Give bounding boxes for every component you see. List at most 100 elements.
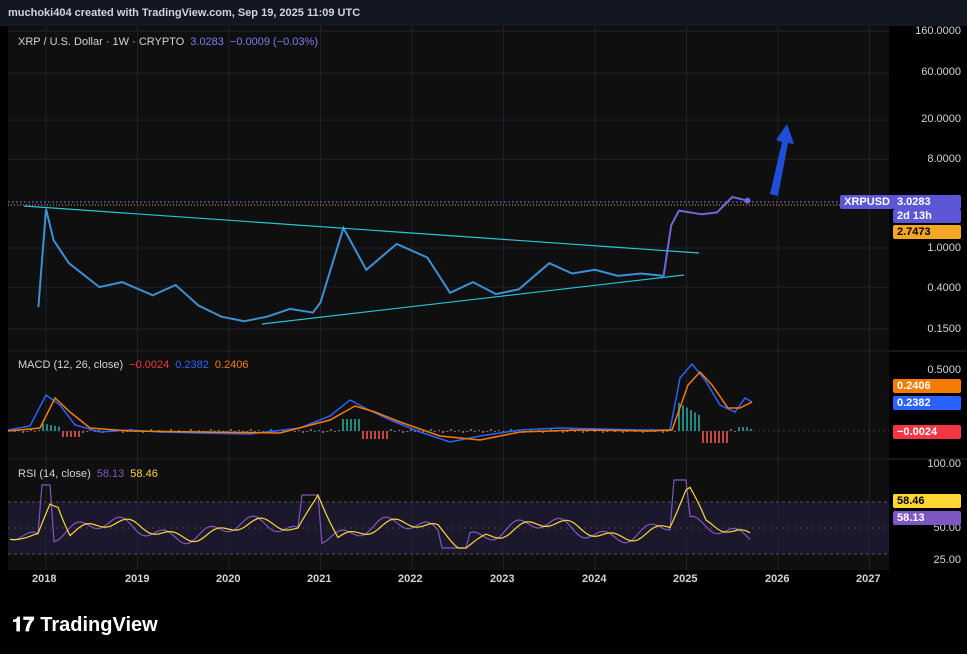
macd-hist-bar (414, 431, 416, 432)
macd-hist-bar (482, 431, 484, 433)
macd-hist-bar (706, 431, 708, 443)
macd-hist-bar (674, 431, 676, 432)
macd-hist-bar (594, 431, 596, 432)
y-tick: 8.0000 (927, 153, 961, 165)
macd-hist-bar (738, 427, 740, 431)
macd-hist-bar (430, 429, 432, 431)
macd-hist-bar (686, 407, 688, 431)
macd-hist-bar (218, 430, 220, 431)
price-legend: XRP / U.S. Dollar · 1W · CRYPTO 3.0283 −0.… (18, 36, 324, 48)
macd-hist-bar (326, 431, 328, 432)
macd-hist-bar (170, 429, 172, 431)
rsi-value: 58.13 (96, 468, 125, 480)
macd-hist-bar (298, 430, 300, 431)
macd-hist-bar (86, 431, 88, 432)
macd-hist-bar (122, 431, 124, 433)
last-price: 3.0283 (190, 36, 224, 48)
tradingview-logo[interactable]: 𝟏𝟕 TradingView (12, 614, 158, 637)
macd-hist-bar (582, 431, 584, 433)
y-tick: 1.0000 (927, 242, 961, 254)
macd-hist-value: −0.0024 (129, 359, 170, 371)
macd-hist-bar (318, 430, 320, 431)
macd-hist-bar (342, 419, 344, 431)
x-tick: 2027 (856, 573, 881, 585)
macd-hist-bar (358, 419, 360, 431)
macd-hist-bar (694, 412, 696, 431)
macd-hist-bar (742, 427, 744, 431)
macd-hist-bar (190, 429, 192, 431)
macd-y-tick: 0.5000 (927, 364, 961, 376)
macd-hist-bar (698, 414, 700, 431)
x-tick: 2024 (582, 573, 607, 585)
macd-hist-bar (70, 431, 72, 437)
macd-hist-bar (710, 431, 712, 443)
rsi-title: RSI (14, close) (18, 468, 91, 480)
x-tick: 2021 (307, 573, 332, 585)
macd-hist-bar (230, 429, 232, 431)
macd-hist-bar (458, 430, 460, 431)
macd-hist-bar (382, 431, 384, 439)
macd-signal-tag: 0.2406 (893, 379, 961, 393)
y-tick: 20.0000 (921, 113, 961, 125)
macd-hist-bar (198, 430, 200, 431)
macd-hist-bar (386, 431, 388, 439)
macd-hist-bar (46, 424, 48, 431)
macd-hist-bar (374, 431, 376, 439)
macd-hist-bar (722, 431, 724, 443)
macd-hist-bar (58, 426, 60, 431)
chart-canvas[interactable] (0, 0, 967, 654)
macd-hist-bar (362, 431, 364, 439)
macd-hist-bar (330, 429, 332, 431)
macd-signal-value: 0.2406 (214, 359, 249, 371)
x-tick: 2023 (490, 573, 515, 585)
y-tick: 0.4000 (927, 282, 961, 294)
y-tick: 160.0000 (915, 25, 961, 37)
macd-hist-bar (78, 431, 80, 437)
macd-hist-bar (378, 431, 380, 439)
macd-hist-bar (54, 425, 56, 431)
macd-hist-bar (38, 430, 40, 431)
macd-hist-bar (50, 425, 52, 431)
rsi-tag: 58.13 (893, 511, 961, 525)
macd-title: MACD (12, 26, close) (18, 359, 124, 371)
macd-hist-bar (454, 431, 456, 432)
macd-hist-bar (574, 431, 576, 432)
macd-hist-bar (682, 405, 684, 431)
macd-hist-bar (370, 431, 372, 439)
macd-hist-bar (486, 431, 488, 432)
macd-hist-bar (462, 431, 464, 433)
macd-legend: MACD (12, 26, close) −0.0024 0.2382 0.2406 (18, 359, 255, 371)
macd-hist-bar (438, 430, 440, 431)
macd-hist-bar (302, 431, 304, 433)
macd-hist-bar (586, 431, 588, 432)
macd-hist-bar (690, 410, 692, 431)
macd-hist-bar (34, 431, 36, 432)
countdown-tag: 2d 13h (893, 209, 961, 223)
price-line (37, 208, 664, 323)
macd-hist-bar (726, 431, 728, 443)
brand-name: TradingView (40, 614, 158, 636)
macd-hist-bar (730, 429, 732, 431)
tradingview-logo-icon: 𝟏𝟕 (12, 614, 35, 636)
rsi-y-tick: 25.00 (933, 554, 961, 566)
macd-hist-bar (446, 431, 448, 432)
price-line-recent (662, 195, 748, 277)
macd-hist-bar (398, 430, 400, 431)
macd-hist-bar (402, 431, 404, 433)
macd-hist-bar (662, 431, 664, 433)
macd-hist-bar (606, 431, 608, 432)
macd-hist-bar (238, 430, 240, 431)
macd-hist-bar (314, 431, 316, 432)
symbol-tag: XRPUSD (840, 195, 894, 209)
rsi-legend: RSI (14, close) 58.13 58.46 (18, 468, 164, 480)
macd-hist-bar (702, 431, 704, 443)
x-tick: 2020 (216, 573, 241, 585)
macd-hist-bar (254, 431, 256, 432)
macd-hist-bar (450, 429, 452, 431)
macd-hist-bar (474, 431, 476, 432)
macd-hist-bar (746, 427, 748, 431)
rsi-y-tick: 100.00 (927, 458, 961, 470)
macd-hist-bar (306, 431, 308, 432)
macd-hist-bar (354, 419, 356, 431)
macd-hist-bar (310, 429, 312, 431)
